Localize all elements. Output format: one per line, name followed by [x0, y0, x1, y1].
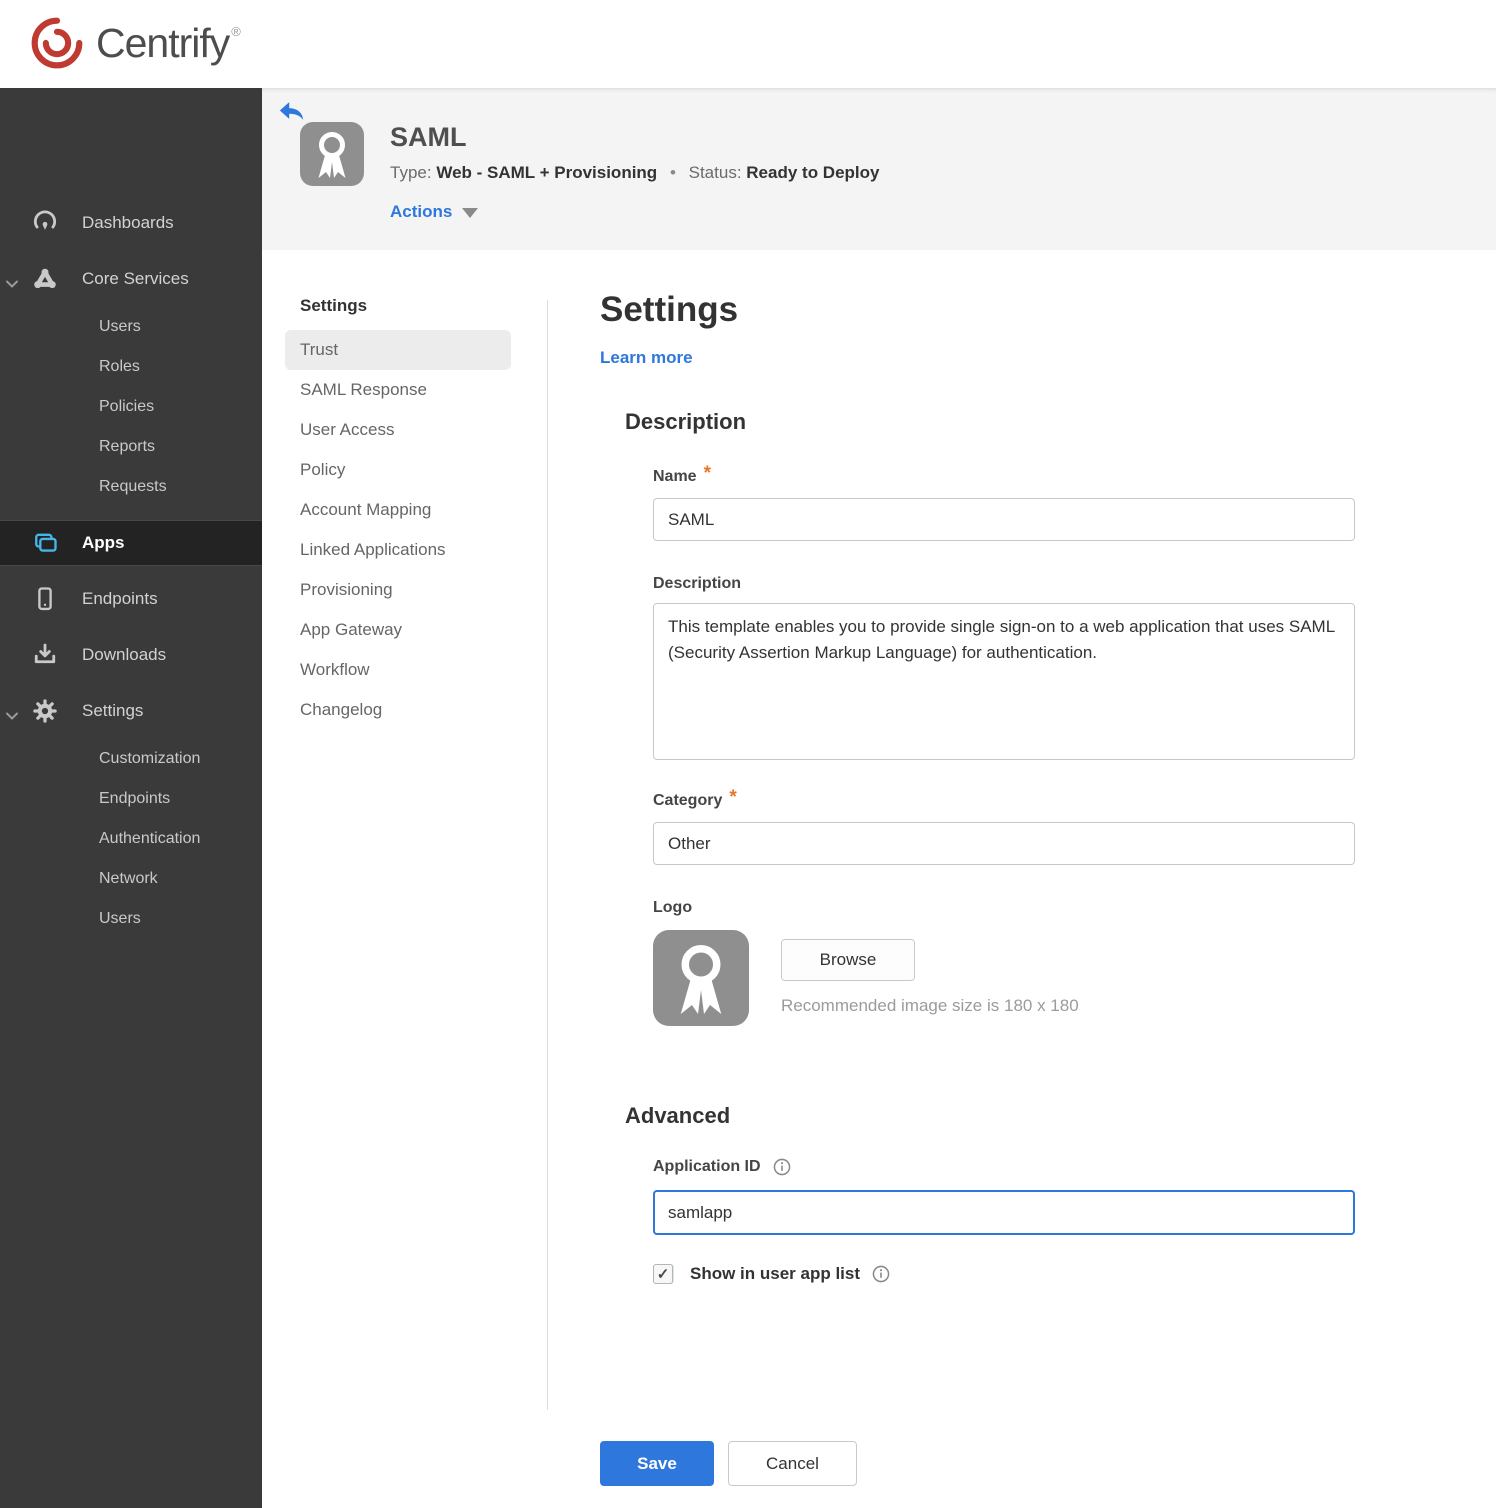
description-section-heading: Description [625, 409, 747, 434]
sidebar-item-core-services[interactable]: Core Services [0, 259, 262, 299]
subnav-heading: Settings [300, 296, 368, 315]
sidebar-item-dashboards[interactable]: Dashboards [0, 203, 262, 243]
vertical-divider [547, 300, 548, 1410]
subnav-item-policy[interactable]: Policy [285, 450, 511, 490]
cancel-button[interactable]: Cancel [728, 1441, 857, 1486]
description-label: Description [653, 575, 742, 592]
chevron-down-icon [5, 706, 19, 726]
apps-icon [31, 529, 59, 557]
brand-name: Centrify [96, 19, 230, 66]
chevron-down-icon [5, 274, 19, 294]
app-logo-preview [653, 930, 749, 1026]
status-label: Status: [688, 163, 742, 182]
subnav-item-user-access[interactable]: User Access [285, 410, 511, 450]
sidebar-item-roles[interactable]: Roles [99, 349, 262, 385]
sidebar: Dashboards Core Services Users Roles Pol… [0, 88, 262, 1508]
show-in-app-list-row: Show in user app list [653, 1264, 890, 1284]
settings-subnav: Settings Trust SAML Response User Access… [285, 296, 511, 730]
required-asterisk: * [703, 463, 711, 484]
dot-separator: • [669, 163, 676, 182]
logo-size-hint: Recommended image size is 180 x 180 [781, 996, 1079, 1015]
download-icon [31, 641, 59, 669]
sidebar-item-settings-endpoints[interactable]: Endpoints [99, 781, 262, 817]
description-textarea[interactable]: This template enables you to provide sin… [653, 603, 1355, 760]
subnav-item-trust[interactable]: Trust [285, 330, 511, 370]
show-in-app-list-checkbox[interactable] [653, 1264, 673, 1284]
sidebar-item-apps-active[interactable]: Apps [0, 520, 262, 566]
app-name-title: SAML [390, 122, 467, 152]
type-label: Type: [390, 163, 432, 182]
subnav-item-saml-response[interactable]: SAML Response [285, 370, 511, 410]
status-badge: Ready to Deploy [746, 163, 880, 182]
info-icon[interactable] [872, 1265, 890, 1283]
subnav-item-app-gateway[interactable]: App Gateway [285, 610, 511, 650]
sidebar-item-customization[interactable]: Customization [99, 741, 262, 777]
gear-icon [31, 697, 59, 725]
category-label: Category * [653, 787, 737, 809]
category-input[interactable] [653, 822, 1355, 865]
sidebar-item-downloads[interactable]: Downloads [0, 635, 262, 675]
sidebar-item-label: Downloads [82, 645, 167, 664]
subnav-item-changelog[interactable]: Changelog [285, 690, 511, 730]
browse-button[interactable]: Browse [781, 939, 915, 981]
name-label: Name * [653, 463, 711, 485]
gauge-icon [31, 209, 59, 237]
page-title: Settings [600, 290, 739, 329]
sidebar-item-requests[interactable]: Requests [99, 469, 262, 505]
subnav-item-linked-applications[interactable]: Linked Applications [285, 530, 511, 570]
registered-mark: ® [231, 24, 241, 39]
sidebar-item-endpoints[interactable]: Endpoints [0, 579, 262, 619]
sidebar-item-label: Core Services [82, 269, 189, 288]
sidebar-item-settings-users[interactable]: Users [99, 901, 262, 937]
sidebar-item-label: Endpoints [82, 589, 158, 608]
caret-down-icon [462, 208, 479, 218]
logo-label: Logo [653, 899, 693, 916]
name-input[interactable] [653, 498, 1355, 541]
subnav-item-workflow[interactable]: Workflow [285, 650, 511, 690]
app-header: SAML Type: Web - SAML + Provisioning • S… [262, 88, 1496, 250]
show-in-app-list-label: Show in user app list [690, 1264, 890, 1284]
core-services-icon [31, 265, 59, 293]
top-bar: Centrify ® [0, 0, 1496, 88]
app-logo-badge [300, 122, 364, 186]
mobile-device-icon [31, 585, 59, 613]
sidebar-item-policies[interactable]: Policies [99, 389, 262, 425]
subnav-item-provisioning[interactable]: Provisioning [285, 570, 511, 610]
application-id-label: Application ID [653, 1158, 791, 1176]
sidebar-item-settings[interactable]: Settings [0, 691, 262, 731]
sidebar-item-reports[interactable]: Reports [99, 429, 262, 465]
centrify-swirl-icon [31, 17, 83, 69]
sidebar-item-network[interactable]: Network [99, 861, 262, 897]
sidebar-item-label: Settings [82, 701, 144, 720]
type-value: Web - SAML + Provisioning [436, 163, 658, 182]
required-asterisk: * [729, 787, 737, 808]
sidebar-item-users[interactable]: Users [99, 309, 262, 345]
app-meta-line: Type: Web - SAML + Provisioning • Status… [390, 163, 879, 183]
save-button[interactable]: Save [600, 1441, 714, 1486]
back-arrow-icon[interactable] [278, 99, 306, 123]
sidebar-item-label: Dashboards [82, 213, 174, 232]
subnav-item-account-mapping[interactable]: Account Mapping [285, 490, 511, 530]
advanced-section-heading: Advanced [625, 1103, 731, 1128]
info-icon[interactable] [773, 1158, 791, 1176]
actions-label: Actions [390, 202, 453, 221]
learn-more-link[interactable]: Learn more [600, 348, 693, 368]
application-id-input[interactable] [653, 1190, 1355, 1235]
sidebar-item-authentication[interactable]: Authentication [99, 821, 262, 857]
actions-dropdown[interactable]: Actions [390, 202, 479, 222]
sidebar-item-label: Apps [82, 533, 125, 552]
centrify-logo: Centrify ® [28, 14, 241, 72]
